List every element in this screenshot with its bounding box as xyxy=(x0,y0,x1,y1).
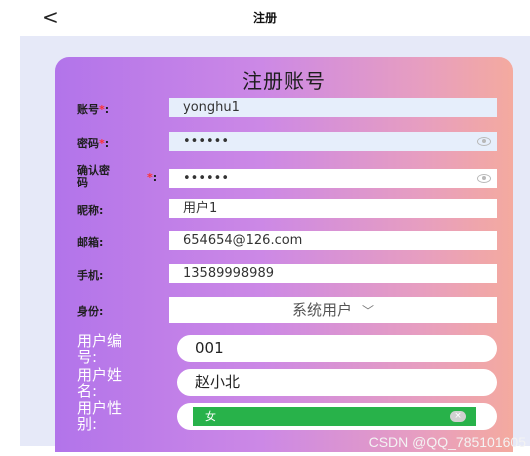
user-name-label: 用户姓 名: xyxy=(77,366,123,400)
user-no-row: 用户编 号: 001 xyxy=(55,333,513,365)
email-label: 邮箱: xyxy=(77,236,104,249)
user-gender-row: 用户性 别: 女 × xyxy=(55,400,513,434)
role-row: 身份: 系统用户 ﹀ xyxy=(55,297,513,323)
user-gender-select[interactable]: 女 × xyxy=(177,403,497,430)
password-input[interactable]: •••••• xyxy=(169,132,497,151)
nickname-row: 昵称: 用户1 xyxy=(55,199,513,218)
user-no-label: 用户编 号: xyxy=(77,332,123,366)
page-title: 注册 xyxy=(252,11,277,25)
user-name-input[interactable]: 赵小北 xyxy=(177,369,497,396)
phone-label: 手机: xyxy=(77,269,104,282)
role-value: 系统用户 xyxy=(291,301,352,319)
password-value: •••••• xyxy=(183,134,230,149)
nickname-input[interactable]: 用户1 xyxy=(169,199,497,218)
clear-icon[interactable]: × xyxy=(450,411,466,422)
chevron-down-icon: ﹀ xyxy=(362,304,375,318)
email-input[interactable]: 654654@126.com xyxy=(169,231,497,250)
confirm-password-input[interactable]: •••••• xyxy=(169,169,497,188)
role-select[interactable]: 系统用户 ﹀ xyxy=(169,297,497,323)
eye-icon[interactable] xyxy=(477,174,491,183)
eye-icon[interactable] xyxy=(477,137,491,146)
password-row: 密码*: •••••• xyxy=(55,132,513,151)
phone-input[interactable]: 13589998989 xyxy=(169,264,497,283)
user-name-row: 用户姓 名: 赵小北 xyxy=(55,367,513,399)
form-title: 注册账号 xyxy=(242,69,326,93)
account-input[interactable]: yonghu1 xyxy=(169,98,497,117)
top-nav-bar: < 注册 xyxy=(0,0,530,36)
confirm-password-label: 确认密码 xyxy=(77,164,110,189)
confirm-password-required: *: xyxy=(147,171,158,184)
phone-row: 手机: 13589998989 xyxy=(55,264,513,283)
nickname-label: 昵称: xyxy=(77,204,104,217)
watermark: CSDN @QQ_785101605 xyxy=(368,434,526,450)
gender-selected-tag[interactable]: 女 × xyxy=(193,407,476,426)
password-label: 密码*: xyxy=(77,137,110,150)
account-row: 账号*: yonghu1 xyxy=(55,98,513,117)
confirm-password-value: •••••• xyxy=(183,171,230,186)
register-card: 注册账号 账号*: yonghu1 密码*: •••••• 确认密码 *: ••… xyxy=(55,57,513,452)
user-gender-label: 用户性 别: xyxy=(77,399,123,433)
account-label: 账号*: xyxy=(77,103,110,116)
user-no-input[interactable]: 001 xyxy=(177,335,497,362)
email-row: 邮箱: 654654@126.com xyxy=(55,231,513,250)
confirm-password-row: 确认密码 *: •••••• xyxy=(55,165,513,191)
role-label: 身份: xyxy=(77,305,104,318)
